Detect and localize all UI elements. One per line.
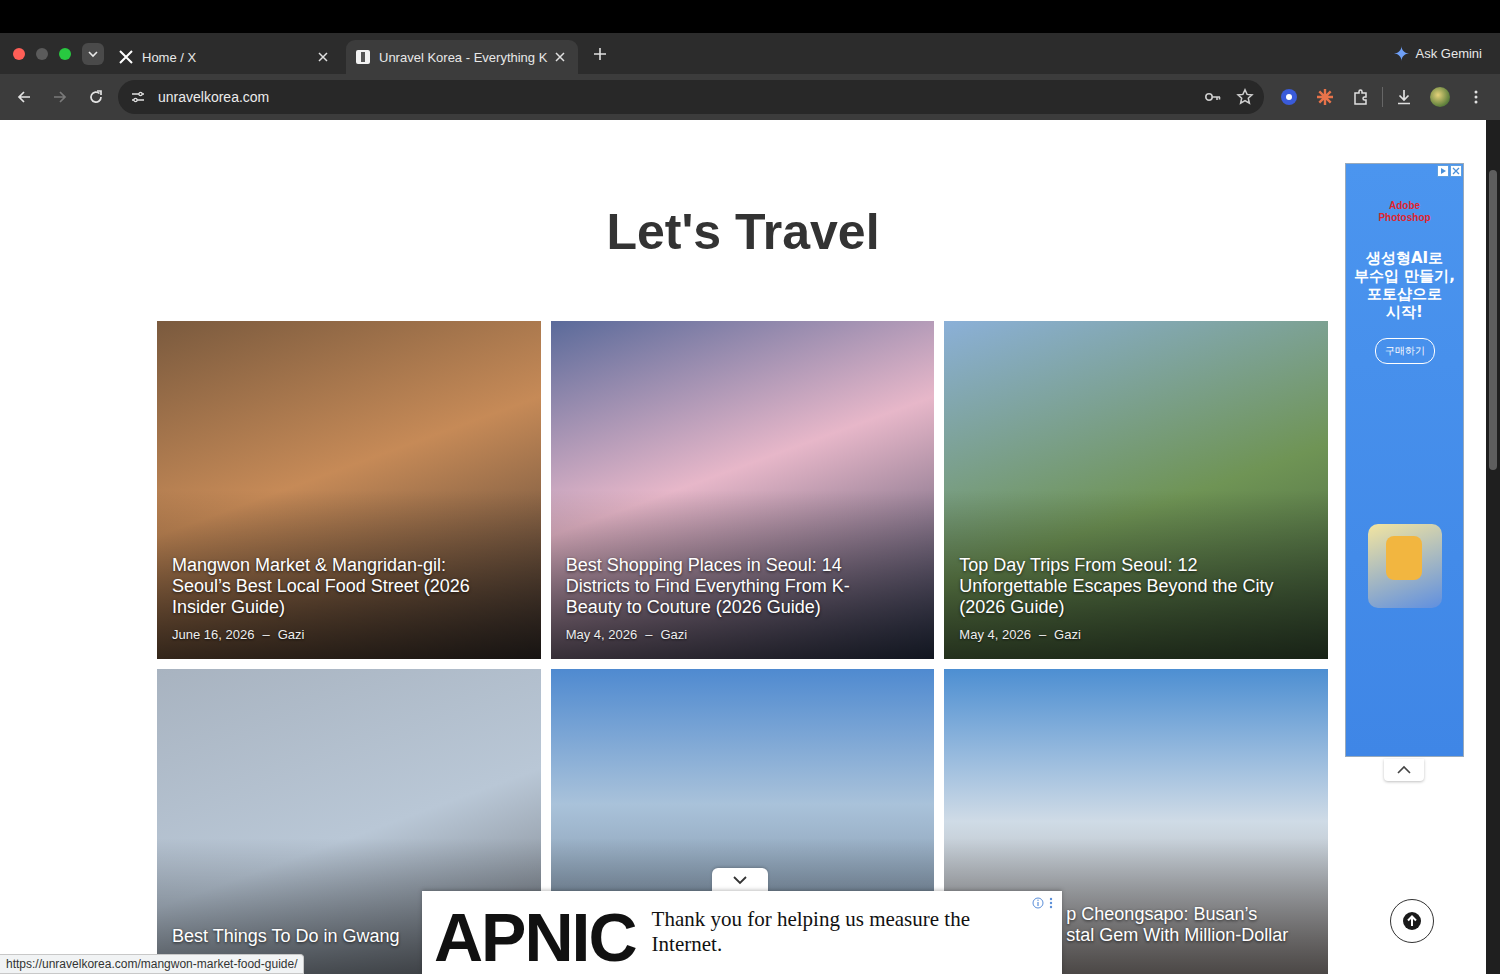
post-author[interactable]: Gazi <box>278 627 305 642</box>
window-controls <box>13 48 71 60</box>
profile-button[interactable] <box>1422 80 1458 114</box>
post-meta: May 4, 2026–Gazi <box>566 626 920 644</box>
forward-arrow-icon <box>52 89 68 105</box>
post-author[interactable]: Gazi <box>1054 627 1081 642</box>
link-status-bubble: https://unravelkorea.com/mangwon-market-… <box>0 954 304 974</box>
scroll-to-top-button[interactable] <box>1390 899 1434 943</box>
browser-window: Home / X Unravel Korea - Everything K Ask … <box>0 0 1500 974</box>
chevron-up-icon <box>1396 765 1412 775</box>
ad-message: Thank you for helping us measure the Int… <box>652 907 992 957</box>
ad-info-icon[interactable] <box>1437 165 1449 177</box>
tab-search-button[interactable] <box>82 43 104 65</box>
close-tab-icon[interactable] <box>317 51 329 63</box>
post-card[interactable]: Top Day Trips From Seoul: 12Unforgettabl… <box>944 321 1328 659</box>
post-author[interactable]: Gazi <box>660 627 687 642</box>
reload-button[interactable] <box>78 80 114 114</box>
reload-icon <box>88 89 104 105</box>
bookmark-star-icon[interactable] <box>1236 88 1254 106</box>
post-date: May 4, 2026 <box>959 627 1031 642</box>
post-meta: May 4, 2026–Gazi <box>959 626 1313 644</box>
downloads-button[interactable] <box>1386 80 1422 114</box>
address-bar[interactable]: unravelkorea.com <box>118 80 1264 114</box>
chevron-down-icon <box>87 48 99 60</box>
back-arrow-icon <box>16 89 32 105</box>
puzzle-icon <box>1352 88 1370 106</box>
post-card[interactable]: Mangwon Market & Mangridan-gil:Seoul’s B… <box>157 321 541 659</box>
post-date: June 16, 2026 <box>172 627 254 642</box>
post-date: May 4, 2026 <box>566 627 638 642</box>
ad-choices[interactable] <box>1437 165 1462 177</box>
ad-buy-button[interactable]: 구매하기 <box>1375 338 1435 364</box>
extension-button[interactable] <box>1307 80 1343 114</box>
meta-separator: – <box>262 627 269 642</box>
post-title[interactable]: Best Shopping Places in Seoul: 14Distric… <box>566 555 920 618</box>
chrome-menu-button[interactable] <box>1458 80 1494 114</box>
forward-button[interactable] <box>42 80 78 114</box>
site-favicon-icon <box>355 49 371 65</box>
ad-options[interactable] <box>1032 897 1054 909</box>
post-card[interactable]: Best Shopping Places in Seoul: 14Distric… <box>551 321 935 659</box>
gemini-star-icon <box>1394 46 1409 61</box>
extension-button[interactable] <box>1271 80 1307 114</box>
zoom-window-icon[interactable] <box>59 48 71 60</box>
new-tab-icon[interactable] <box>593 47 607 61</box>
browser-tab[interactable]: Home / X <box>109 40 341 74</box>
tab-strip: Home / X Unravel Korea - Everything K Ask … <box>0 33 1500 74</box>
ask-gemini-button[interactable]: Ask Gemini <box>1394 46 1482 61</box>
ad-illustration <box>1368 524 1442 608</box>
chevron-down-icon <box>732 875 748 885</box>
tab-label: Home / X <box>142 50 311 65</box>
toolbar: unravelkorea.com <box>0 74 1500 120</box>
extensions-menu-button[interactable] <box>1343 80 1379 114</box>
url-text: unravelkorea.com <box>158 89 269 105</box>
extension-asterisk-icon <box>1316 88 1334 106</box>
post-title[interactable]: Top Day Trips From Seoul: 12Unforgettabl… <box>959 555 1313 618</box>
kebab-menu-icon <box>1468 89 1484 105</box>
meta-separator: – <box>645 627 652 642</box>
back-button[interactable] <box>6 80 42 114</box>
scrollbar[interactable] <box>1486 120 1500 974</box>
ad-brand: Adobe <box>1389 200 1420 212</box>
ad-close-icon[interactable] <box>1450 165 1462 177</box>
web-page: Let's Travel Mangwon Market & Mangridan-g… <box>0 120 1486 974</box>
ad-info-icon[interactable] <box>1032 897 1044 909</box>
post-title[interactable]: p Cheongsapo: Busan’sstal Gem With Milli… <box>1066 904 1313 946</box>
password-key-icon[interactable] <box>1204 88 1222 106</box>
bottom-advertisement[interactable]: APNIC Thank you for helping us measure th… <box>422 891 1062 974</box>
viewport: Let's Travel Mangwon Market & Mangridan-g… <box>0 120 1500 974</box>
close-tab-icon[interactable] <box>554 51 566 63</box>
ask-gemini-label: Ask Gemini <box>1416 46 1482 61</box>
browser-tab[interactable]: Unravel Korea - Everything K <box>346 40 578 74</box>
meta-separator: – <box>1039 627 1046 642</box>
bottom-ad-collapse-button[interactable] <box>712 868 768 892</box>
minimize-window-icon[interactable] <box>36 48 48 60</box>
ad-logo: APNIC <box>434 901 636 973</box>
toolbar-separator <box>1382 87 1383 107</box>
download-icon <box>1395 88 1413 106</box>
ad-headline: 생성형AI로부수입 만들기,포토샵으로시작! <box>1354 249 1455 321</box>
arrow-up-icon <box>1402 911 1422 931</box>
post-title[interactable]: Mangwon Market & Mangridan-gil:Seoul’s B… <box>172 555 526 618</box>
profile-avatar-icon <box>1430 87 1450 107</box>
extension-blue-icon <box>1280 88 1298 106</box>
side-ad-collapse-button[interactable] <box>1384 759 1424 781</box>
post-meta: June 16, 2026–Gazi <box>172 626 526 644</box>
menu-bar <box>0 0 1500 33</box>
site-settings-icon[interactable] <box>130 89 146 105</box>
x-logo-icon <box>118 49 134 65</box>
ad-menu-icon[interactable] <box>1048 897 1054 909</box>
tab-label: Unravel Korea - Everything K <box>379 50 548 65</box>
close-window-icon[interactable] <box>13 48 25 60</box>
side-advertisement[interactable]: AdobePhotoshop 생성형AI로부수입 만들기,포토샵으로시작! 구매하기 <box>1345 163 1464 757</box>
scrollbar-thumb[interactable] <box>1489 170 1497 470</box>
ad-product: Photoshop <box>1378 212 1430 224</box>
section-heading: Let's Travel <box>0 120 1486 262</box>
